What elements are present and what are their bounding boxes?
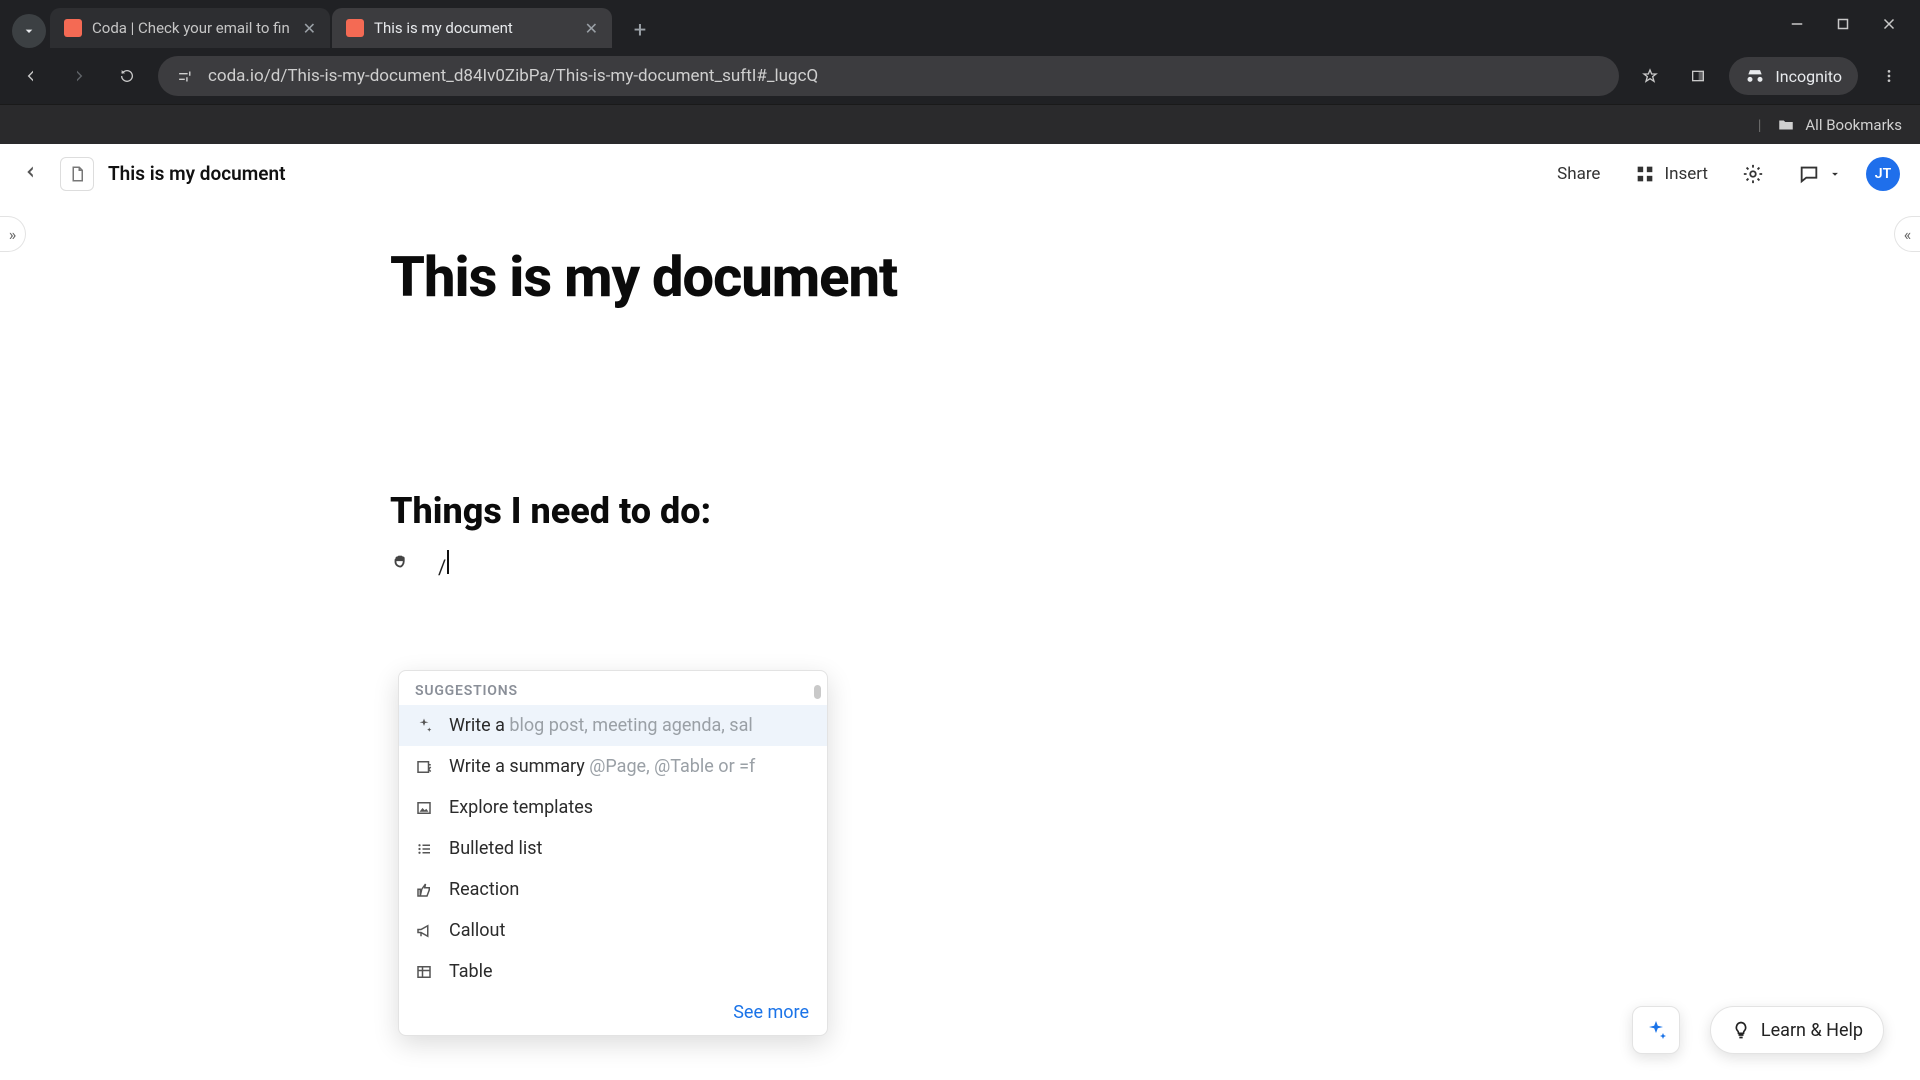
bookmarks-bar: | All Bookmarks (0, 104, 1920, 144)
arrow-left-icon (20, 161, 42, 183)
tab-search-button[interactable] (12, 14, 46, 48)
browser-toolbar: coda.io/d/This-is-my-document_d84Iv0ZibP… (0, 48, 1920, 104)
nav-reload-button[interactable] (110, 59, 144, 93)
suggestion-write-summary[interactable]: Write a summary @Page, @Table or =f (399, 746, 827, 787)
suggestions-header: SUGGESTIONS (399, 671, 827, 705)
comment-icon (1798, 163, 1820, 185)
address-bar[interactable]: coda.io/d/This-is-my-document_d84Iv0ZibP… (158, 56, 1619, 96)
table-icon (415, 963, 433, 981)
nav-back-button[interactable] (14, 59, 48, 93)
maximize-icon (1834, 15, 1852, 33)
star-icon (1642, 68, 1658, 84)
grab-icon (390, 551, 412, 573)
incognito-chip[interactable]: Incognito (1729, 57, 1858, 95)
folder-icon (1777, 116, 1795, 134)
app-header: This is my document Share Insert JT (0, 144, 1920, 204)
divider: | (1758, 116, 1762, 134)
window-minimize-button[interactable] (1788, 15, 1806, 33)
breadcrumb-title[interactable]: This is my document (108, 162, 286, 185)
insert-button[interactable]: Insert (1624, 157, 1718, 191)
close-tab-button[interactable]: ✕ (303, 19, 316, 38)
heading[interactable]: Things I need to do: (390, 490, 1470, 532)
suggestion-reaction[interactable]: Reaction (399, 869, 827, 910)
lightbulb-icon (1731, 1020, 1751, 1040)
list-icon (415, 840, 433, 858)
page-icon (68, 165, 86, 183)
gear-icon (1742, 163, 1764, 185)
avatar[interactable]: JT (1866, 157, 1900, 191)
ai-sparkle-icon (1644, 1018, 1668, 1042)
new-tab-button[interactable]: + (622, 12, 658, 48)
coda-favicon (64, 19, 82, 37)
bookmark-star-button[interactable] (1633, 59, 1667, 93)
nav-forward-button[interactable] (62, 59, 96, 93)
reload-icon (119, 68, 135, 84)
grid-plus-icon (1634, 163, 1656, 185)
coda-favicon (346, 19, 364, 37)
suggestion-explore-templates[interactable]: Explore templates (399, 787, 827, 828)
suggestion-bulleted-list[interactable]: Bulleted list (399, 828, 827, 869)
panel-icon (1690, 68, 1706, 84)
chevron-down-icon (21, 23, 37, 39)
chevron-down-icon (1828, 167, 1842, 181)
site-settings-icon[interactable] (174, 65, 196, 87)
all-bookmarks-button[interactable]: All Bookmarks (1805, 116, 1902, 134)
thumbs-up-icon (415, 881, 433, 899)
image-icon (415, 799, 433, 817)
slash-command-input[interactable]: / (438, 550, 449, 579)
doc-back-button[interactable] (20, 161, 46, 187)
arrow-left-icon (23, 68, 39, 84)
page-icon-button[interactable] (60, 157, 94, 191)
incognito-label: Incognito (1775, 67, 1842, 86)
ai-sparkle-icon (415, 717, 433, 735)
scrollbar-thumb[interactable] (814, 685, 821, 699)
share-button[interactable]: Share (1547, 158, 1610, 190)
minimize-icon (1788, 15, 1806, 33)
kebab-icon (1881, 68, 1897, 84)
incognito-icon (1745, 66, 1765, 86)
browser-menu-button[interactable] (1872, 59, 1906, 93)
slash-suggestions-popover: SUGGESTIONS Write a blog post, meeting a… (398, 670, 828, 1036)
learn-help-button[interactable]: Learn & Help (1710, 1006, 1884, 1054)
tune-icon (177, 68, 194, 85)
comments-button[interactable] (1788, 157, 1852, 191)
settings-button[interactable] (1732, 157, 1774, 191)
window-close-button[interactable] (1880, 15, 1898, 33)
drag-handle[interactable] (390, 551, 412, 578)
browser-tab[interactable]: Coda | Check your email to fin ✕ (50, 8, 330, 48)
suggestion-write-a[interactable]: Write a blog post, meeting agenda, sal (399, 705, 827, 746)
suggestion-callout[interactable]: Callout (399, 910, 827, 951)
side-panel-button[interactable] (1681, 59, 1715, 93)
summary-icon (415, 758, 433, 776)
tab-title: Coda | Check your email to fin (92, 19, 293, 37)
page-title[interactable]: This is my document (390, 244, 1470, 310)
megaphone-icon (415, 922, 433, 940)
arrow-right-icon (71, 68, 87, 84)
ai-assist-button[interactable] (1632, 1006, 1680, 1054)
see-more-link[interactable]: See more (733, 1002, 809, 1023)
browser-tab[interactable]: This is my document ✕ (332, 8, 612, 48)
close-icon (1880, 15, 1898, 33)
suggestion-table[interactable]: Table (399, 951, 827, 992)
window-maximize-button[interactable] (1834, 15, 1852, 33)
browser-tabstrip: Coda | Check your email to fin ✕ This is… (0, 0, 1920, 48)
close-tab-button[interactable]: ✕ (585, 19, 598, 38)
tab-title: This is my document (374, 19, 575, 37)
url-text: coda.io/d/This-is-my-document_d84Iv0ZibP… (208, 66, 818, 86)
